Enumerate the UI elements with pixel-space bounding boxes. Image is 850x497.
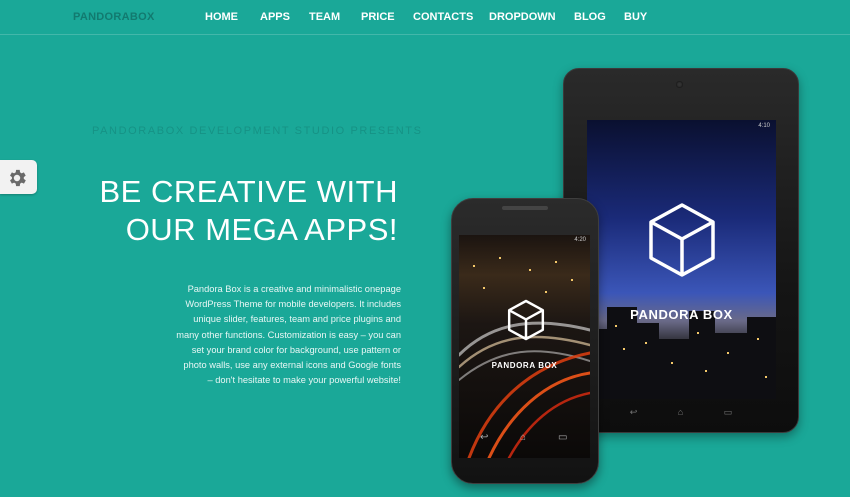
nav-dropdown[interactable]: DROPDOWN xyxy=(489,11,556,23)
city-light xyxy=(623,348,625,350)
city-light xyxy=(727,352,729,354)
city-light xyxy=(757,338,759,340)
phone-screen: 4:20 PANDORA BOX xyxy=(459,235,590,458)
gear-icon xyxy=(10,169,26,187)
hero-subtitle: PANDORABOX DEVELOPMENT STUDIO PRESENTS xyxy=(92,125,423,137)
brand-logo-text[interactable]: PANDORABOX xyxy=(73,11,155,23)
phone-nav-bar: ↩ ⌂ ▭ xyxy=(452,432,598,446)
pandora-cube-logo-icon xyxy=(649,203,715,277)
home-icon: ⌂ xyxy=(520,432,527,443)
tablet-screen: 4:10 PANDORA BOX xyxy=(587,120,776,399)
city-light xyxy=(671,362,673,364)
city-light xyxy=(697,332,699,334)
nav-team[interactable]: TEAM xyxy=(309,11,340,23)
recent-apps-icon: ▭ xyxy=(723,407,733,417)
nav-price[interactable]: PRICE xyxy=(361,11,395,23)
nav-home[interactable]: HOME xyxy=(205,11,238,23)
back-icon: ↩ xyxy=(480,432,489,443)
settings-toggle-button[interactable] xyxy=(0,160,37,194)
phone-app-title: PANDORA BOX xyxy=(491,361,558,370)
city-light xyxy=(645,342,647,344)
home-icon: ⌂ xyxy=(677,407,684,417)
city-building xyxy=(689,311,715,399)
nav-contacts[interactable]: CONTACTS xyxy=(413,11,473,23)
tablet-nav-bar: ↩ ⌂ ▭ xyxy=(564,402,798,417)
light-trails-graphic xyxy=(459,257,590,458)
nav-blog[interactable]: BLOG xyxy=(574,11,606,23)
back-icon: ↩ xyxy=(629,407,638,417)
hero-headline: BE CREATIVE WITH OUR MEGA APPS! xyxy=(99,173,398,249)
city-building xyxy=(747,317,776,399)
hero-headline-line-1: BE CREATIVE WITH xyxy=(99,174,398,209)
nav-apps[interactable]: APPS xyxy=(260,11,290,23)
city-building xyxy=(713,333,749,399)
tablet-camera xyxy=(676,81,683,88)
recent-apps-icon: ▭ xyxy=(558,432,568,443)
city-building xyxy=(657,339,691,399)
top-navbar: PANDORABOX HOME APPS TEAM PRICE CONTACTS… xyxy=(0,0,850,35)
city-light xyxy=(705,370,707,372)
phone-speaker xyxy=(502,206,548,210)
hero-description: Pandora Box is a creative and minimalist… xyxy=(176,284,401,386)
tablet-status-time: 4:10 xyxy=(758,123,770,129)
city-light xyxy=(765,376,767,378)
city-light xyxy=(615,325,617,327)
city-building xyxy=(635,323,659,399)
tablet-app-title: PANDORA BOX xyxy=(630,307,733,322)
phone-pandora-cube-logo-icon xyxy=(507,299,545,341)
phone-mockup: 4:20 PANDORA BOX ↩ ⌂ ▭ xyxy=(451,198,599,484)
nav-buy[interactable]: BUY xyxy=(624,11,647,23)
hero-headline-line-2: OUR MEGA APPS! xyxy=(125,212,398,247)
